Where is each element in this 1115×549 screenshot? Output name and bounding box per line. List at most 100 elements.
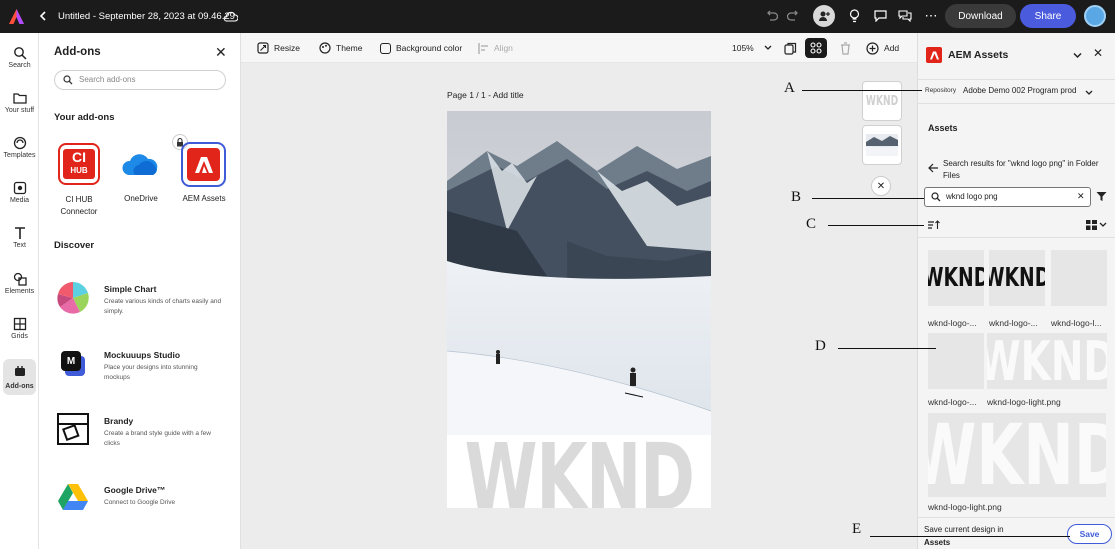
redo-icon[interactable] [785,8,801,24]
back-icon[interactable] [37,10,49,22]
discover-item-simple-chart[interactable]: Simple Chart Create various kinds of cha… [39,278,240,318]
discover-item-name: Brandy [104,416,134,426]
templates-icon [13,136,26,150]
asset-name: wknd-logo-... [928,318,977,328]
asset-thumb-text: WKND [987,333,1107,389]
onedrive-label[interactable]: OneDrive [115,194,167,203]
asset-name: wknd-logo-... [928,397,977,407]
asset-thumb[interactable]: WKND [987,333,1107,389]
design-page[interactable]: WKND [447,111,711,508]
mountain-photo[interactable] [447,111,711,435]
layers-button[interactable] [784,33,797,63]
resize-button[interactable]: Resize [257,33,300,63]
chevron-down-icon [1099,222,1107,227]
ci-hub-label-line1: CI HUB [65,195,93,204]
comment-icon[interactable] [872,8,888,24]
media-icon [13,181,26,195]
ci-hub-logo[interactable]: CI HUB [58,143,100,185]
addons-toggle-button[interactable] [805,38,827,58]
repository-select[interactable]: Adobe Demo 002 Program prod [963,86,1076,95]
ci-hub-label-line2: Connector [60,207,98,216]
addons-search-field[interactable]: Search add-ons [54,70,226,90]
onedrive-logo[interactable] [121,151,161,179]
page-label: Page 1 / 1 - Add title [447,90,524,100]
filter-icon[interactable] [1096,191,1107,205]
annotation-d-line [838,348,936,349]
align-button[interactable]: Align [478,33,513,63]
asset-thumb[interactable]: WKND [928,413,1106,497]
asset-thumb[interactable]: WKND [928,250,984,306]
search-icon [931,192,941,202]
background-color-button[interactable]: Background color [380,33,462,63]
express-logo-icon[interactable] [8,8,25,25]
back-arrow-icon[interactable] [928,163,939,176]
rail-text[interactable]: Text [0,226,39,249]
left-rail: Search Your stuff Templates Media Text E… [0,33,39,549]
asset-name: wknd-logo-light.png [928,502,1002,512]
add-title-link[interactable]: Add title [493,90,524,100]
comments-icon[interactable] [897,8,913,24]
discover-item-name: Google Drive™ [104,485,166,495]
grid-view-icon [1086,220,1097,230]
discover-item-google-drive[interactable]: Google Drive™ Connect to Google Drive [39,480,240,520]
close-icon[interactable]: ✕ [215,45,227,59]
rail-your-stuff[interactable]: Your stuff [0,91,39,114]
aem-assets-label[interactable]: AEM Assets [177,194,231,203]
theme-button[interactable]: Theme [319,33,362,63]
lightbulb-icon[interactable] [846,8,862,24]
clear-search-icon[interactable]: ✕ [1077,191,1085,202]
your-addons-heading: Your add-ons [54,112,115,123]
chevron-down-icon[interactable] [1085,87,1093,99]
collapse-icon[interactable] [1073,50,1082,62]
selection-thumb-2[interactable] [862,125,902,165]
addons-panel: Add-ons ✕ Search add-ons Your add-ons CI… [39,33,241,549]
plus-circle-icon [866,41,879,55]
asset-name: wknd-logo-l... [1051,318,1102,328]
close-selection-icon[interactable]: ✕ [871,176,891,196]
top-bar: Untitled - September 28, 2023 at 09.46.2… [0,0,1115,33]
sort-icon[interactable] [928,220,940,233]
annotation-b: B [791,189,802,205]
zoom-value: 105% [732,43,754,53]
rail-search[interactable]: Search [0,46,39,69]
asset-search-field[interactable]: wknd logo png ✕ [924,187,1091,207]
discover-item-mockuuups[interactable]: M Mockuuups Studio Place your designs in… [39,345,240,385]
add-button[interactable]: Add [866,33,899,63]
wknd-logo-text[interactable]: WKND [464,435,695,508]
document-title[interactable]: Untitled - September 28, 2023 at 09.46.2… [58,9,235,23]
more-icon[interactable]: ⋯ [923,8,939,24]
asset-thumb[interactable] [1051,250,1107,306]
discover-item-desc: Place your designs into stunning mockups [104,364,198,381]
rail-media[interactable]: Media [0,181,39,204]
asset-name: wknd-logo-light.png [987,397,1061,407]
discover-heading: Discover [54,240,95,251]
repository-label: Repository [925,87,957,94]
undo-icon[interactable] [763,8,779,24]
aem-assets-logo[interactable] [181,142,226,187]
mockuuups-logo-icon: M [61,351,87,377]
download-button[interactable]: Download [945,4,1016,28]
zoom-dropdown[interactable]: 105% [732,33,772,63]
rail-elements-label: Elements [4,288,35,295]
selection-thumb-1[interactable]: WKND [862,81,902,121]
asset-thumb[interactable] [928,333,984,389]
view-toggle[interactable] [1086,220,1107,230]
avatar[interactable] [1084,5,1106,27]
trash-icon [841,41,850,55]
share-button[interactable]: Share [1020,4,1076,28]
canvas-toolbar: Resize Theme Background color Align 105% [241,33,917,63]
asset-thumb[interactable]: WKND [989,250,1045,306]
ci-hub-label[interactable]: CI HUB Connector [51,194,107,218]
close-icon[interactable]: ✕ [1093,46,1103,60]
delete-button[interactable] [840,33,851,63]
invite-icon[interactable] [813,5,835,27]
rail-search-label: Search [8,62,31,69]
discover-item-brandy[interactable]: Brandy Create a brand style guide with a… [39,410,240,450]
save-button[interactable]: Save [1067,524,1112,544]
rail-templates-label: Templates [3,152,36,159]
rail-templates[interactable]: Templates [0,136,39,159]
aem-logo-icon [926,47,942,63]
rail-elements[interactable]: Elements [0,272,39,295]
rail-grids-label: Grids [11,333,28,340]
rail-grids[interactable]: Grids [0,317,39,340]
